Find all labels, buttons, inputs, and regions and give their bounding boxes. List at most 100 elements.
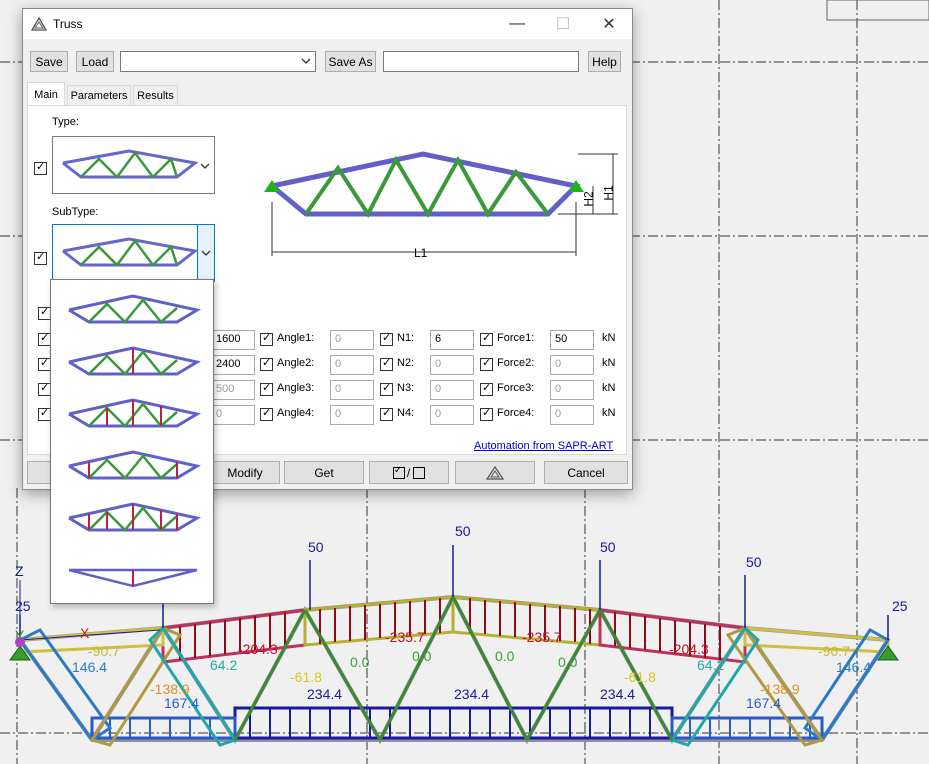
- angle1-label: Angle1:: [277, 332, 315, 344]
- top-chord-value: -204.3: [669, 641, 709, 657]
- n3-checkbox[interactable]: [380, 383, 393, 396]
- angle2-checkbox[interactable]: [260, 358, 273, 371]
- type-combo[interactable]: [52, 136, 215, 194]
- cancel-button[interactable]: Cancel: [544, 461, 628, 484]
- get-button[interactable]: Get: [284, 461, 364, 484]
- help-button[interactable]: Help: [588, 51, 621, 72]
- automation-link[interactable]: Automation from SAPR-ART: [474, 440, 613, 452]
- zero-value: 0.0: [350, 654, 370, 670]
- subtype-option-2[interactable]: [59, 340, 207, 384]
- logo-button[interactable]: [455, 461, 535, 484]
- force2-unit: kN: [602, 357, 616, 369]
- force3-field[interactable]: 0: [550, 380, 594, 400]
- angle3-field[interactable]: 0: [330, 380, 374, 400]
- unchecked-box-icon: [413, 466, 426, 479]
- top-chord-value: -90.7: [88, 643, 120, 659]
- tab-parameters[interactable]: Parameters: [67, 85, 131, 105]
- end-diagonal-value: 146.4: [72, 659, 107, 675]
- bottom-side-value: 167.4: [164, 695, 199, 711]
- n2-field[interactable]: 0: [430, 355, 474, 375]
- modify-button[interactable]: Modify: [210, 461, 280, 484]
- maximize-button[interactable]: ☐: [540, 9, 586, 39]
- subtype-label: SubType:: [52, 206, 99, 218]
- load-button[interactable]: Load: [76, 51, 114, 72]
- force1-field[interactable]: 50: [550, 330, 594, 350]
- angle4-label: Angle4:: [277, 407, 315, 419]
- preset-name-field[interactable]: [383, 51, 579, 72]
- length-field[interactable]: 0: [211, 405, 255, 425]
- chevron-down-icon: [200, 163, 210, 169]
- subtype-checkbox[interactable]: [34, 252, 47, 265]
- load-label: 50: [600, 539, 616, 555]
- title-bar[interactable]: Truss — ☐ ✕: [23, 9, 632, 39]
- subtype-combo[interactable]: [52, 224, 215, 282]
- truss-subtype-thumbnail: [62, 237, 199, 267]
- n2-label: N2:: [397, 357, 415, 369]
- top-chord-value: -90.7: [818, 643, 850, 659]
- close-icon: ✕: [602, 16, 616, 33]
- length-field[interactable]: 1600: [211, 330, 255, 350]
- subtype-dropdown-button[interactable]: [197, 225, 214, 281]
- tab-main[interactable]: Main: [27, 82, 65, 106]
- n3-field[interactable]: 0: [430, 380, 474, 400]
- angle3-label: Angle3:: [277, 382, 315, 394]
- chevron-down-icon: [301, 58, 311, 64]
- check-toggle-button[interactable]: ✓ /: [369, 461, 449, 484]
- save-as-button[interactable]: Save As: [325, 51, 376, 72]
- n4-field[interactable]: 0: [430, 405, 474, 425]
- top-chord-value: -235.7: [522, 629, 562, 645]
- subtype-option-5[interactable]: [59, 496, 207, 540]
- subtype-option-1[interactable]: [59, 288, 207, 332]
- length-field[interactable]: 500: [211, 380, 255, 400]
- force1-label: Force1:: [497, 332, 535, 344]
- end-diagonal-value: 146.4: [836, 659, 871, 675]
- close-button[interactable]: ✕: [586, 9, 632, 39]
- force2-field[interactable]: 0: [550, 355, 594, 375]
- save-button[interactable]: Save: [30, 51, 68, 72]
- n1-checkbox[interactable]: [380, 333, 393, 346]
- force2-checkbox[interactable]: [480, 358, 493, 371]
- subtype-option-6[interactable]: [59, 552, 207, 596]
- angle1-field[interactable]: 0: [330, 330, 374, 350]
- type-checkbox[interactable]: [34, 162, 47, 175]
- zero-value: 0.0: [495, 648, 515, 664]
- n1-field[interactable]: 6: [430, 330, 474, 350]
- axis-x-label: X: [80, 625, 90, 641]
- bottom-side-value: 167.4: [746, 695, 781, 711]
- angle2-label: Angle2:: [277, 357, 315, 369]
- load-label: 50: [308, 539, 324, 555]
- subtype-option-3[interactable]: [59, 392, 207, 436]
- diagonal-value: -138.9: [760, 681, 800, 697]
- force1-checkbox[interactable]: [480, 333, 493, 346]
- angle1-checkbox[interactable]: [260, 333, 273, 346]
- diagonal-value: -138.9: [150, 681, 190, 697]
- minimize-button[interactable]: —: [494, 9, 540, 39]
- minimize-icon: —: [509, 15, 525, 32]
- n4-label: N4:: [397, 407, 415, 419]
- n4-checkbox[interactable]: [380, 408, 393, 421]
- bottom-chord-value: 234.4: [307, 686, 342, 702]
- type-label: Type:: [52, 116, 79, 128]
- force2-label: Force2:: [497, 357, 535, 369]
- preset-combo[interactable]: [120, 51, 316, 72]
- tab-results[interactable]: Results: [133, 85, 178, 105]
- angle4-field[interactable]: 0: [330, 405, 374, 425]
- force4-field[interactable]: 0: [550, 405, 594, 425]
- angle2-field[interactable]: 0: [330, 355, 374, 375]
- force4-label: Force4:: [497, 407, 535, 419]
- bottom-chord-value: 234.4: [600, 686, 635, 702]
- n2-checkbox[interactable]: [380, 358, 393, 371]
- maximize-icon: ☐: [555, 16, 571, 33]
- load-label: 50: [455, 523, 471, 539]
- truss-logo-icon: [486, 465, 504, 480]
- force4-checkbox[interactable]: [480, 408, 493, 421]
- diagonal-value: -61.8: [290, 669, 322, 685]
- n1-label: N1:: [397, 332, 415, 344]
- subtype-option-4[interactable]: [59, 444, 207, 488]
- angle4-checkbox[interactable]: [260, 408, 273, 421]
- length-field[interactable]: 2400: [211, 355, 255, 375]
- angle3-checkbox[interactable]: [260, 383, 273, 396]
- load-label: 25: [15, 598, 31, 614]
- force3-checkbox[interactable]: [480, 383, 493, 396]
- diagonal-value: 64.2: [697, 657, 724, 673]
